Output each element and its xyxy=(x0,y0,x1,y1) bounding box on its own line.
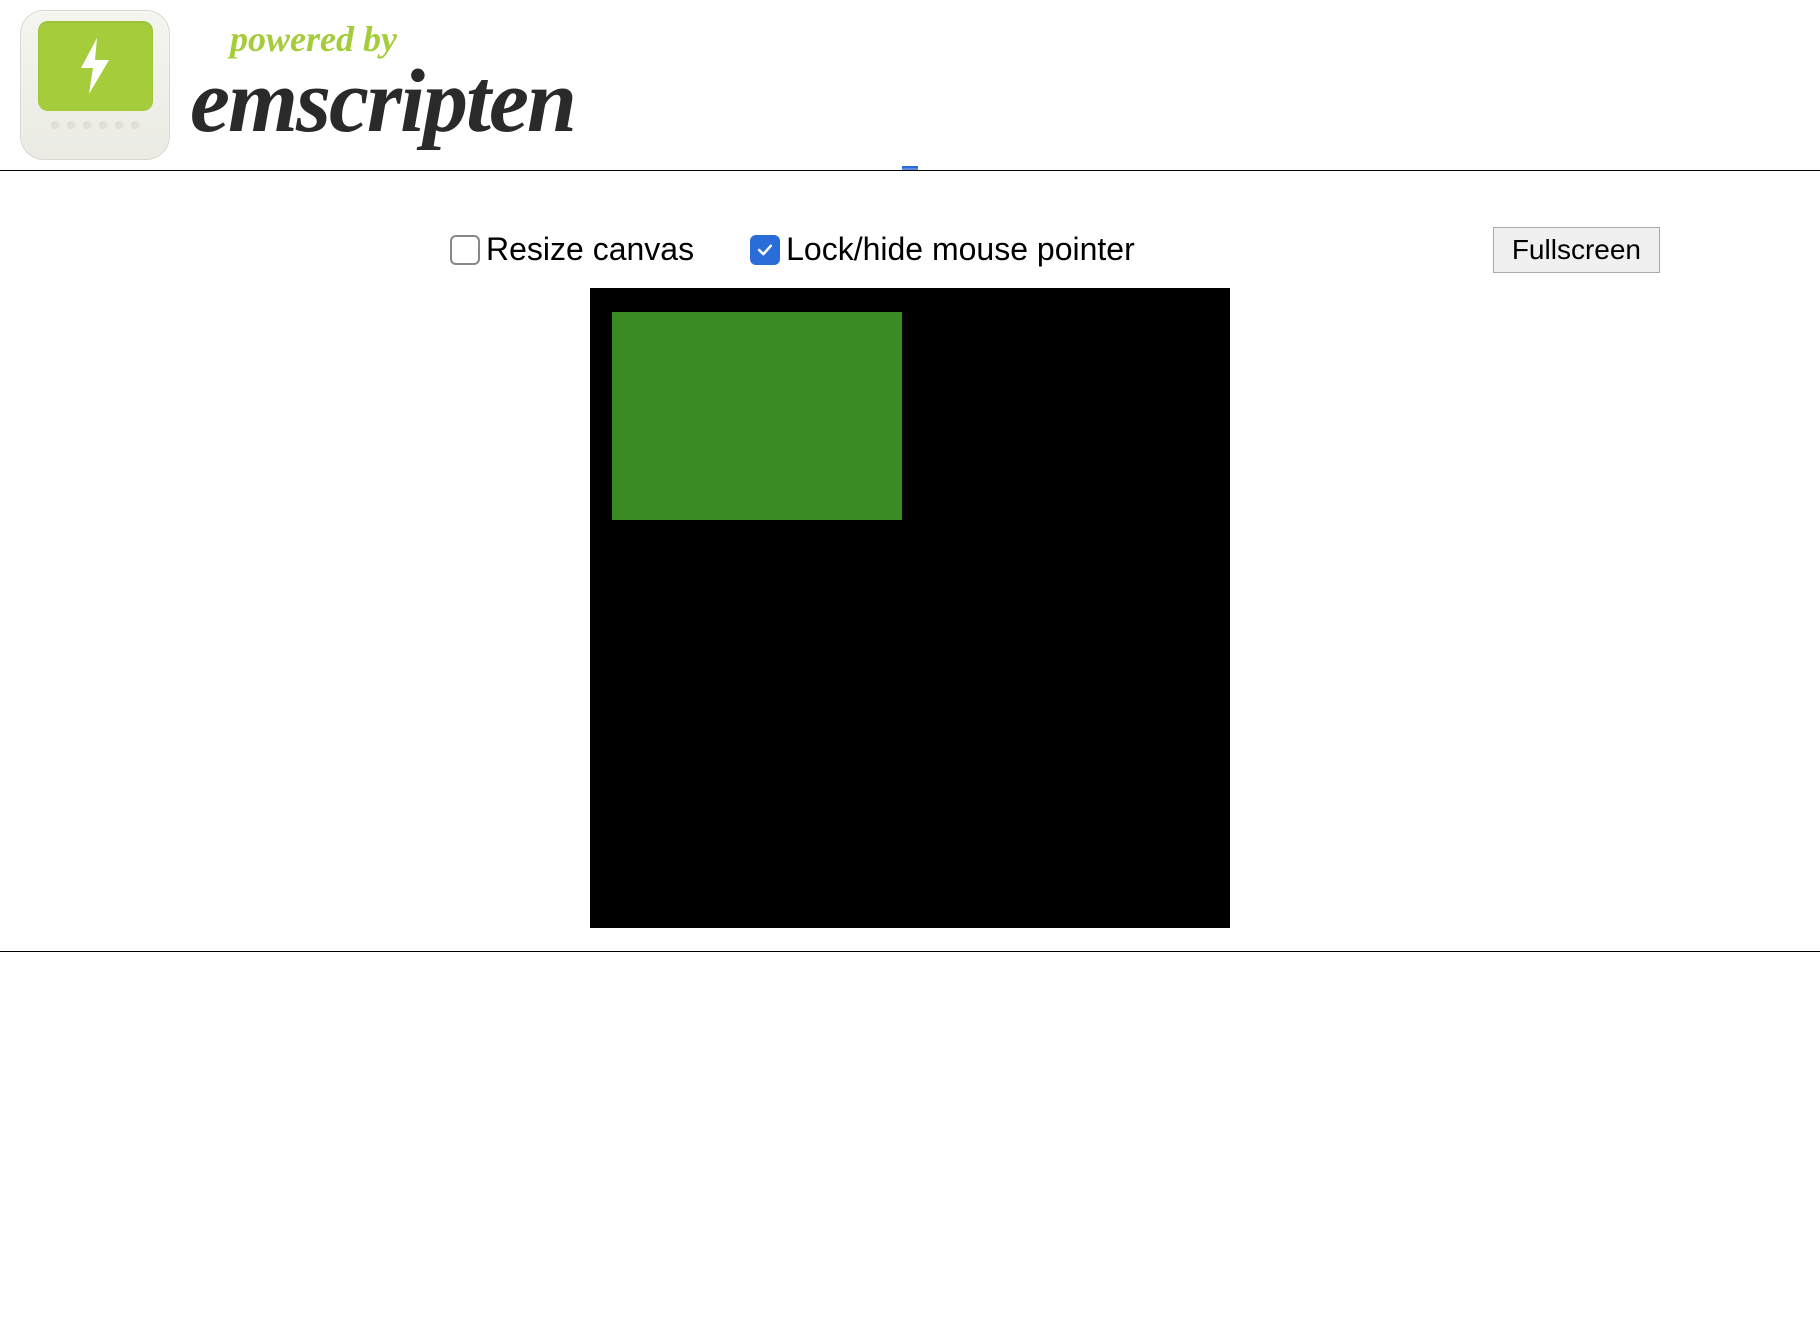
bottom-divider xyxy=(0,951,1820,952)
lock-pointer-label: Lock/hide mouse pointer xyxy=(786,231,1135,268)
canvas[interactable] xyxy=(590,288,1230,928)
canvas-green-rect xyxy=(612,312,902,520)
resize-canvas-control: Resize canvas xyxy=(450,231,694,268)
top-divider xyxy=(0,170,1820,171)
resize-canvas-checkbox[interactable] xyxy=(450,235,480,265)
header: powered by emscripten xyxy=(0,0,1820,170)
resize-canvas-label: Resize canvas xyxy=(486,231,694,268)
lightning-bolt-icon xyxy=(75,36,115,96)
brand-name: emscripten xyxy=(190,50,575,153)
logo-text: powered by emscripten xyxy=(190,18,575,153)
content-area: Resize canvas Lock/hide mouse pointer Fu… xyxy=(0,171,1820,928)
controls-row: Resize canvas Lock/hide mouse pointer Fu… xyxy=(410,231,1410,268)
logo-dots xyxy=(51,121,139,129)
logo-bolt-box xyxy=(38,21,153,111)
emscripten-logo-icon xyxy=(20,10,170,160)
divider-accent xyxy=(902,166,918,170)
fullscreen-button[interactable]: Fullscreen xyxy=(1493,227,1660,273)
lock-pointer-control: Lock/hide mouse pointer xyxy=(750,231,1135,268)
lock-pointer-checkbox[interactable] xyxy=(750,235,780,265)
check-icon xyxy=(755,240,775,260)
